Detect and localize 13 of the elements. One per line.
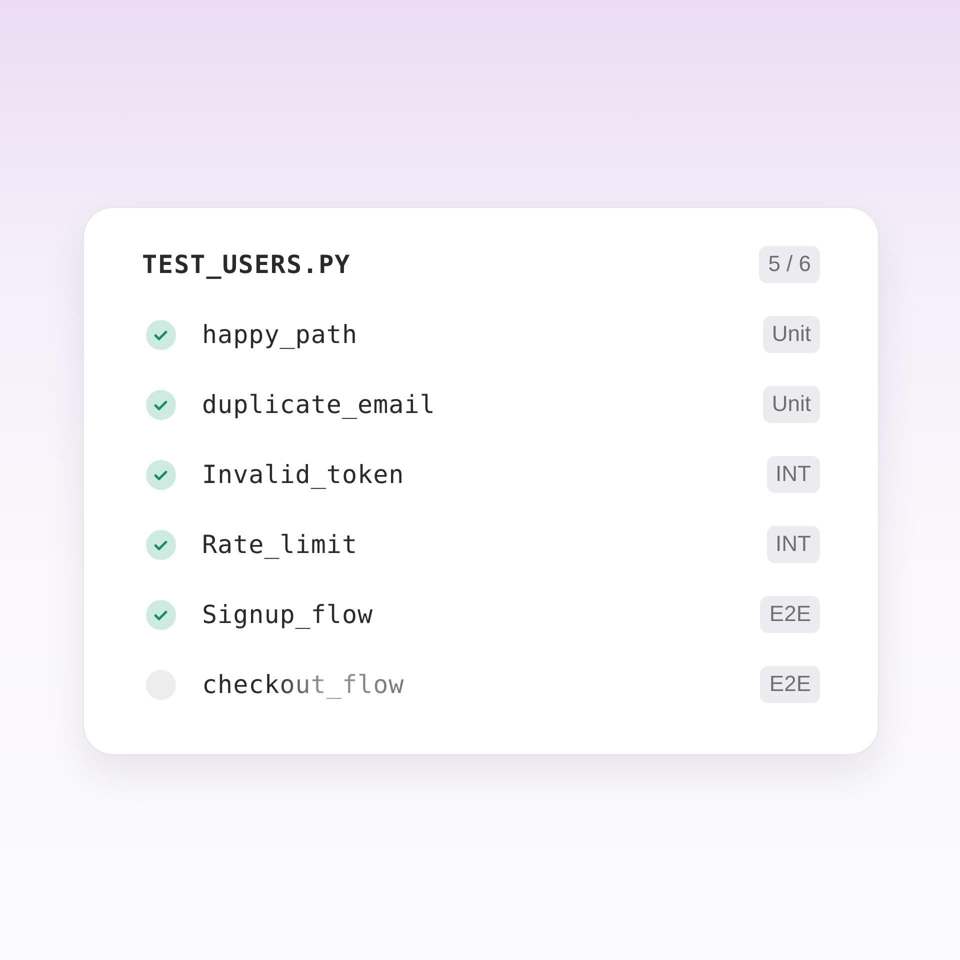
test-tag: Unit — [762, 386, 820, 423]
file-title: TEST_USERS.PY — [142, 249, 351, 281]
test-name: Invalid_token — [202, 458, 404, 491]
test-name: Signup_flow — [202, 598, 374, 631]
test-tag: Unit — [762, 316, 820, 353]
test-name: Rate_limit — [202, 528, 358, 561]
pass-count: 5 / 6 — [759, 246, 820, 284]
test-tag: E2E — [760, 596, 820, 633]
test-tag: INT — [766, 526, 820, 563]
test-tag: INT — [766, 456, 820, 493]
test-name: duplicate_email — [202, 388, 436, 421]
test-tag: E2E — [760, 666, 820, 703]
test-name: happy_path — [202, 318, 358, 351]
